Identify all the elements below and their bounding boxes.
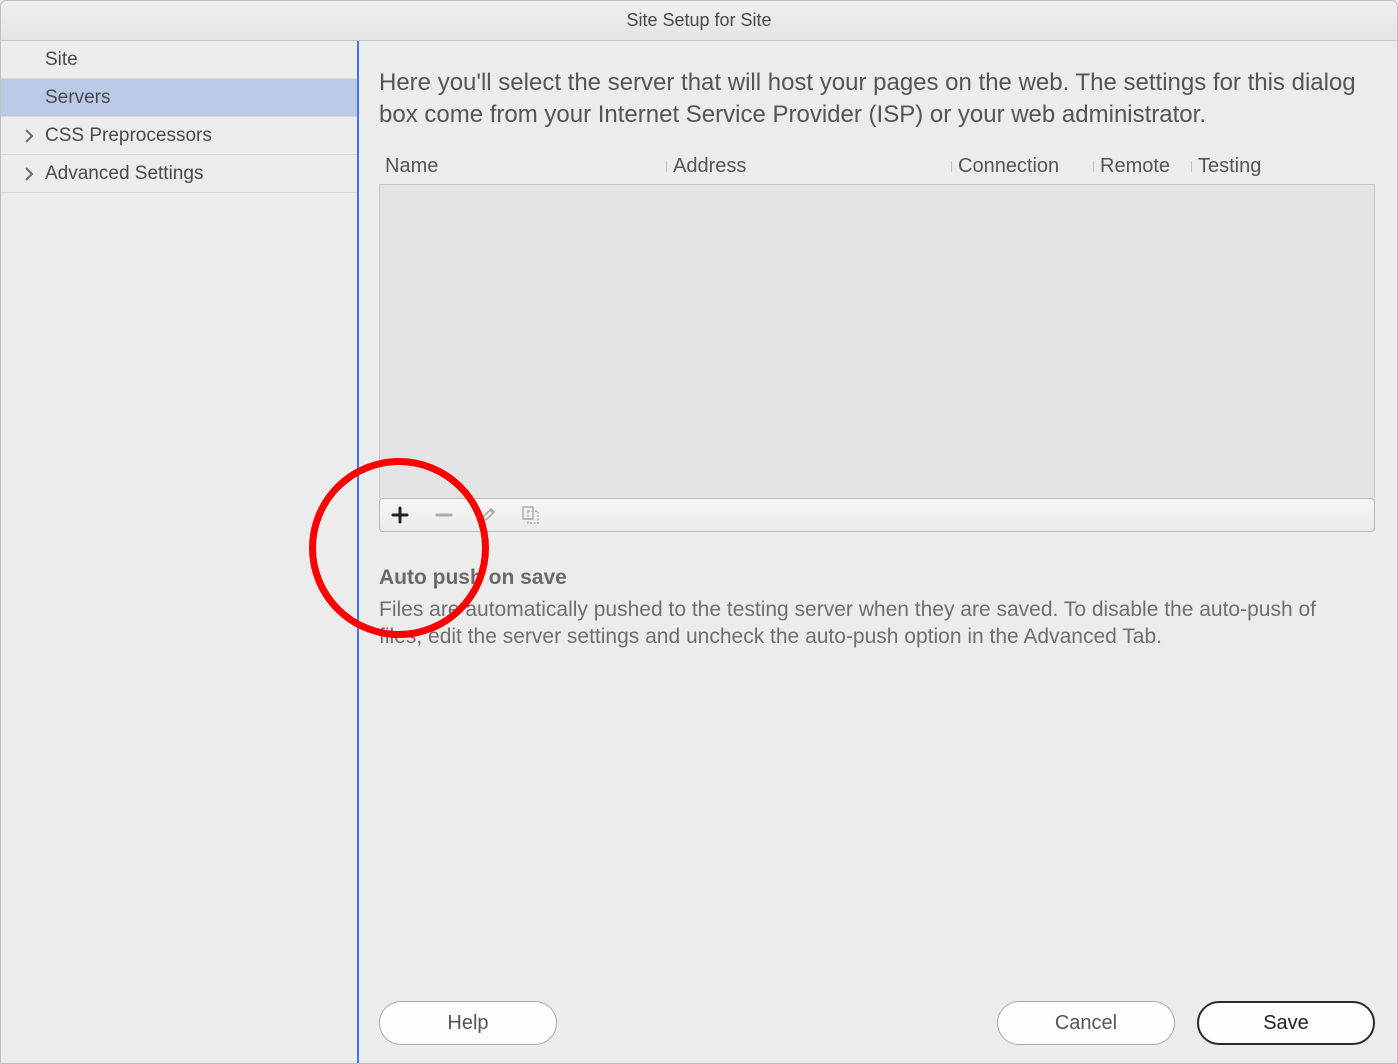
edit-server-button[interactable]	[474, 501, 502, 529]
column-header-remote[interactable]: Remote	[1094, 155, 1192, 178]
remove-server-button[interactable]	[430, 501, 458, 529]
chevron-right-icon	[13, 167, 45, 181]
auto-push-heading: Auto push on save	[379, 566, 1375, 590]
column-header-testing[interactable]: Testing	[1192, 155, 1282, 178]
dialog-footer: Help Cancel Save	[379, 981, 1375, 1045]
cancel-button[interactable]: Cancel	[997, 1001, 1175, 1045]
auto-push-description: Files are automatically pushed to the te…	[379, 596, 1319, 651]
plus-icon	[391, 506, 409, 524]
column-header-name[interactable]: Name	[379, 155, 667, 178]
sidebar-item-advanced-settings[interactable]: Advanced Settings	[1, 155, 357, 193]
window-title: Site Setup for Site	[626, 10, 771, 31]
panel-description: Here you'll select the server that will …	[379, 67, 1375, 132]
add-server-button[interactable]	[386, 501, 414, 529]
servers-toolbar	[379, 498, 1375, 532]
column-header-address[interactable]: Address	[667, 155, 952, 178]
servers-table-body[interactable]	[379, 184, 1375, 498]
window-titlebar: Site Setup for Site	[1, 1, 1397, 41]
save-button[interactable]: Save	[1197, 1001, 1375, 1045]
category-sidebar: Site Servers CSS Preprocessors Advanced …	[1, 41, 359, 1063]
table-header-row: Name Address Connection Remote Testing	[379, 150, 1375, 184]
footer-right-group: Cancel Save	[997, 1001, 1375, 1045]
servers-table: Name Address Connection Remote Testing	[379, 150, 1375, 532]
duplicate-server-button[interactable]	[518, 501, 546, 529]
sidebar-item-servers[interactable]: Servers	[1, 79, 357, 117]
button-label: Save	[1263, 1012, 1309, 1035]
sidebar-item-site[interactable]: Site	[1, 41, 357, 79]
servers-panel: Here you'll select the server that will …	[359, 41, 1397, 1063]
button-label: Cancel	[1055, 1012, 1117, 1035]
duplicate-icon	[522, 506, 542, 524]
column-header-connection[interactable]: Connection	[952, 155, 1094, 178]
pencil-icon	[479, 506, 497, 524]
sidebar-item-label: Servers	[45, 87, 357, 109]
sidebar-item-label: CSS Preprocessors	[45, 125, 357, 147]
sidebar-item-css-preprocessors[interactable]: CSS Preprocessors	[1, 117, 357, 155]
dialog-body: Site Servers CSS Preprocessors Advanced …	[1, 41, 1397, 1063]
minus-icon	[435, 506, 453, 524]
help-button[interactable]: Help	[379, 1001, 557, 1045]
site-setup-dialog: Site Setup for Site Site Servers CSS Pre…	[0, 0, 1398, 1064]
chevron-right-icon	[13, 129, 45, 143]
button-label: Help	[447, 1012, 488, 1035]
sidebar-item-label: Advanced Settings	[45, 163, 357, 185]
sidebar-item-label: Site	[45, 49, 357, 71]
